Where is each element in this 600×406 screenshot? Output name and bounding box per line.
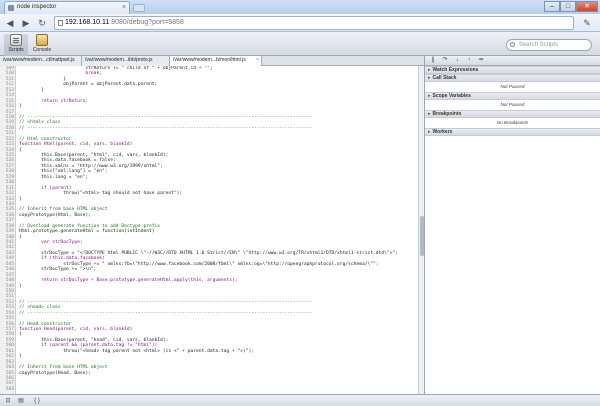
step-out-icon[interactable]: ↑ [465,57,473,64]
pane-title: Watch Expressions [432,67,479,73]
pane-header[interactable]: ▸ Scope Variables [425,92,600,100]
console-toggle-icon[interactable]: ▤ [16,397,26,405]
url-host: 192.168.10.11 [65,19,110,26]
wrench-icon[interactable]: ✎ [580,17,594,29]
expand-triangle-icon[interactable]: ▸ [428,111,431,117]
reload-icon[interactable]: ↻ [36,17,48,29]
scripts-label: Scripts [8,47,24,53]
file-tabs: /var/www/modern...ct/mattpart.js /var/ww… [0,56,424,66]
favicon-icon [8,5,14,11]
url-path: :8080/debug?port=5858 [109,19,184,26]
scripts-panel-button[interactable]: Scripts [4,34,28,56]
pane-title: Breakpoints [432,111,462,117]
pane-title: Call Stack [432,75,457,81]
pane-title: Workers [432,129,453,135]
expand-triangle-icon[interactable]: ▸ [428,129,431,135]
step-over-icon[interactable]: ↷ [441,57,449,64]
debugger-controls: || ↷ ↓ ↑ ⇏ [425,56,600,66]
pane-header[interactable]: ▸ Watch Expressions [425,66,600,74]
expand-triangle-icon[interactable]: ▸ [428,67,431,73]
minimize-button[interactable]: – [544,1,560,12]
pane-body: Not Paused [500,84,525,89]
new-tab-button[interactable] [133,4,145,12]
expand-triangle-icon[interactable]: ▸ [428,75,431,81]
title-bar: node inspector × – □ ✕ [0,0,600,14]
page-icon [58,20,63,26]
pane-header[interactable]: ▸ Breakpoints [425,110,600,118]
code-editor[interactable]: 509 strReturn += " child of " + objParen… [0,66,418,394]
search-icon [510,42,515,47]
tab-title: node inspector [17,4,57,10]
browser-tab[interactable]: node inspector × [4,1,130,14]
console-icon [36,34,48,46]
pretty-print-icon[interactable]: { } [30,397,44,405]
step-into-icon[interactable]: ↓ [453,57,461,64]
console-label: Console [32,47,52,53]
address-bar[interactable]: 192.168.10.11:8080/debug?port=5858 [54,16,574,30]
code-lines: 509 strReturn += " child of " + objParen… [0,66,418,392]
code-line: 568 [0,387,418,392]
search-scripts-input[interactable]: Search Scripts [506,39,592,51]
navigation-bar: ◀ ▶ ↻ 192.168.10.11:8080/debug?port=5858… [0,14,600,32]
pane-body: Not Paused [500,102,525,107]
search-placeholder: Search Scripts [519,42,559,48]
pane-title: Scope Variables [432,93,471,99]
close-button[interactable]: ✕ [576,1,598,12]
devtools-toolbar: Scripts Console Search Scripts [0,32,600,56]
line-number[interactable]: 568 [0,387,14,392]
file-tab[interactable]: /var/www/modern...ibb/proto.js [82,56,170,66]
pane-body: No Breakpoints [496,120,529,125]
file-tab-label: /var/www/modern...ibb/proto.js [85,57,153,63]
expand-triangle-icon[interactable]: ▸ [428,93,431,99]
deactivate-breakpoints-icon[interactable]: ⇏ [477,57,485,64]
console-panel-button[interactable]: Console [30,34,54,56]
scripts-icon [10,34,22,46]
forward-icon[interactable]: ▶ [20,17,32,29]
maximize-button[interactable]: □ [560,1,576,12]
file-tab-close-icon[interactable]: × [256,56,259,65]
pane-header[interactable]: ▸ Call Stack [425,74,600,82]
file-tab-active[interactable]: /var/www/modern...b/moo/html.js × [170,56,262,66]
status-bar: ⊡ ▤ { } [0,394,600,406]
back-icon[interactable]: ◀ [4,17,16,29]
pause-icon[interactable]: || [429,57,437,64]
pane-header[interactable]: ▸ Workers [425,128,600,136]
file-tab-label: /var/www/modern...b/moo/html.js [173,57,246,63]
file-tab[interactable]: /var/www/modern...ct/mattpart.js [0,56,82,66]
file-tab-label: /var/www/modern...ct/mattpart.js [3,57,75,63]
debugger-sidebar: || ↷ ↓ ↑ ⇏ ▸ Watch Expressions ▸ Call Stack Not … [424,56,600,394]
dock-icon[interactable]: ⊡ [3,397,13,405]
sidebar-panes: ▸ Watch Expressions ▸ Call Stack Not Paused ▸… [425,66,600,136]
window-controls: – □ ✕ [544,1,598,12]
tab-close-icon[interactable]: × [122,2,126,13]
